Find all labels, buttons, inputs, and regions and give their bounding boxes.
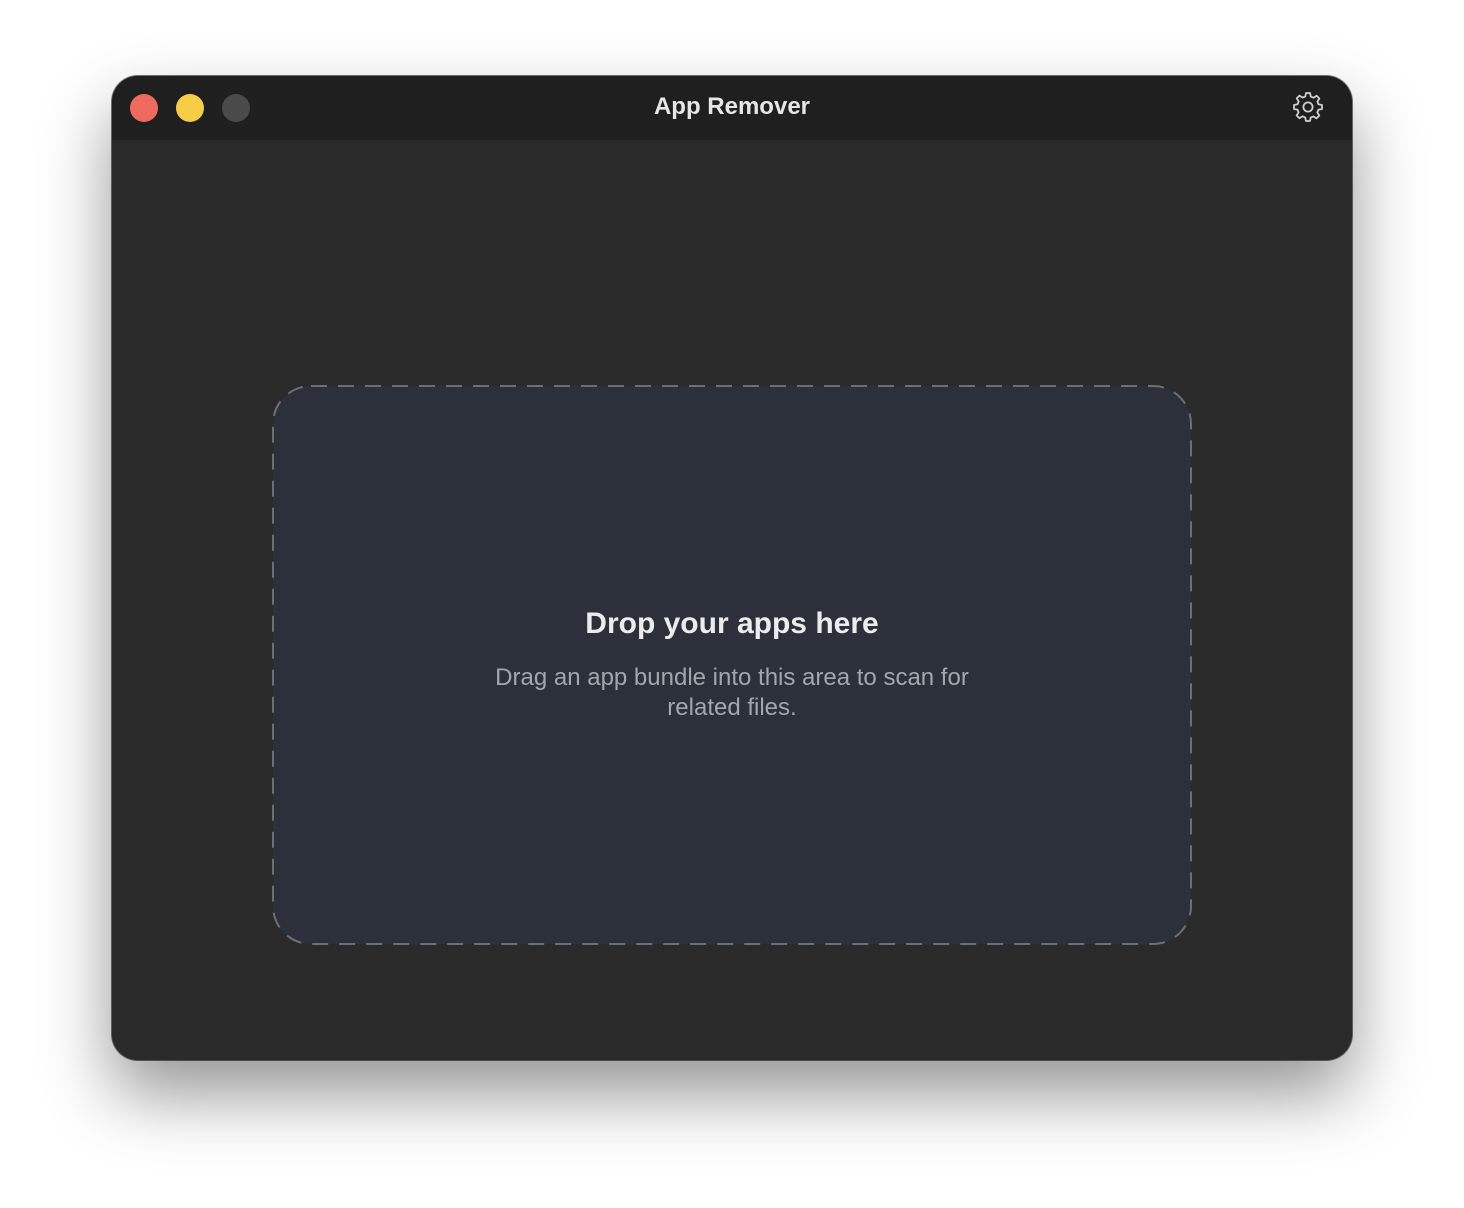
drop-zone-subtitle: Drag an app bundle into this area to sca… (495, 664, 969, 721)
gear-icon (1293, 92, 1323, 122)
main-content: Drop your apps here Drag an app bundle i… (112, 140, 1352, 1060)
close-button[interactable] (130, 94, 158, 122)
app-window: App Remover Drop your apps here Drag an … (112, 76, 1352, 1060)
drop-zone-title: Drop your apps here (585, 607, 879, 640)
title-bar[interactable]: App Remover (112, 76, 1352, 140)
drop-zone-text: Drop your apps here Drag an app bundle i… (272, 385, 1192, 945)
settings-button[interactable] (1292, 91, 1324, 123)
drop-zone[interactable]: Drop your apps here Drag an app bundle i… (272, 385, 1192, 945)
minimize-button[interactable] (176, 94, 204, 122)
zoom-button[interactable] (222, 94, 250, 122)
window-title: App Remover (653, 93, 811, 120)
